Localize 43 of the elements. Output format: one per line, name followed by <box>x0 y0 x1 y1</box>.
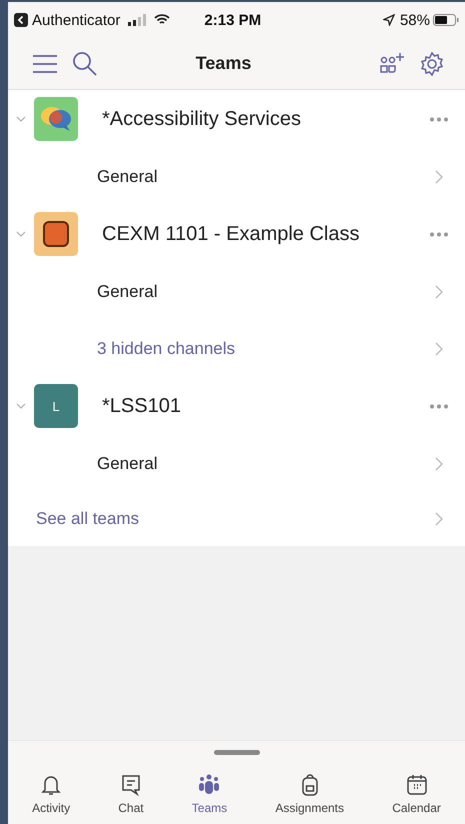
more-icon[interactable] <box>429 116 449 122</box>
team-name[interactable]: *Accessibility Services <box>102 108 429 130</box>
chevron-right-icon <box>435 342 443 356</box>
more-icon[interactable] <box>429 232 449 236</box>
back-app-label[interactable]: Authenticator <box>32 12 120 28</box>
people-icon <box>197 773 222 797</box>
team-name[interactable]: CEXM 1101 - Example Class <box>102 222 429 246</box>
chat-bubbles-icon <box>40 105 72 133</box>
search-icon[interactable] <box>72 50 98 76</box>
see-all-teams-link[interactable]: See all teams <box>36 509 435 529</box>
hidden-channels-link[interactable]: 3 hidden channels <box>97 338 435 358</box>
add-people-icon[interactable] <box>379 52 405 76</box>
settings-icon[interactable] <box>419 50 445 76</box>
signal-icon <box>128 14 148 26</box>
menu-icon[interactable] <box>32 54 58 74</box>
channel-name[interactable]: General <box>97 454 435 474</box>
channel-name[interactable]: General <box>97 282 435 302</box>
status-time: 2:13 PM <box>204 12 262 28</box>
battery-percent: 58% <box>400 12 430 28</box>
nav-tab[interactable]: Calendar <box>392 773 441 815</box>
location-icon <box>382 14 395 26</box>
nav-tab[interactable]: Assignments <box>275 773 344 815</box>
nav-tab[interactable]: Teams <box>192 773 228 815</box>
collapse-chevron-icon[interactable] <box>16 403 26 409</box>
team-name[interactable]: *LSS101 <box>102 394 429 418</box>
square-tile-icon <box>43 221 69 247</box>
chevron-right-icon <box>435 512 443 526</box>
collapse-chevron-icon[interactable] <box>16 116 26 122</box>
chevron-right-icon <box>435 456 443 470</box>
chevron-right-icon <box>435 170 443 184</box>
battery-icon <box>433 14 459 26</box>
drag-handle[interactable] <box>214 750 260 755</box>
more-icon[interactable] <box>429 404 449 408</box>
wifi-icon <box>154 14 170 26</box>
back-icon[interactable] <box>14 13 28 27</box>
nav-tab[interactable]: Activity <box>32 773 70 815</box>
nav-tab[interactable]: Chat <box>118 773 144 815</box>
avatar-letter: L <box>52 398 60 414</box>
collapse-chevron-icon[interactable] <box>16 231 26 237</box>
calendar-icon <box>404 773 429 797</box>
channel-name[interactable]: General <box>97 166 435 186</box>
page-title: Teams <box>194 53 252 74</box>
chevron-right-icon <box>435 284 443 298</box>
